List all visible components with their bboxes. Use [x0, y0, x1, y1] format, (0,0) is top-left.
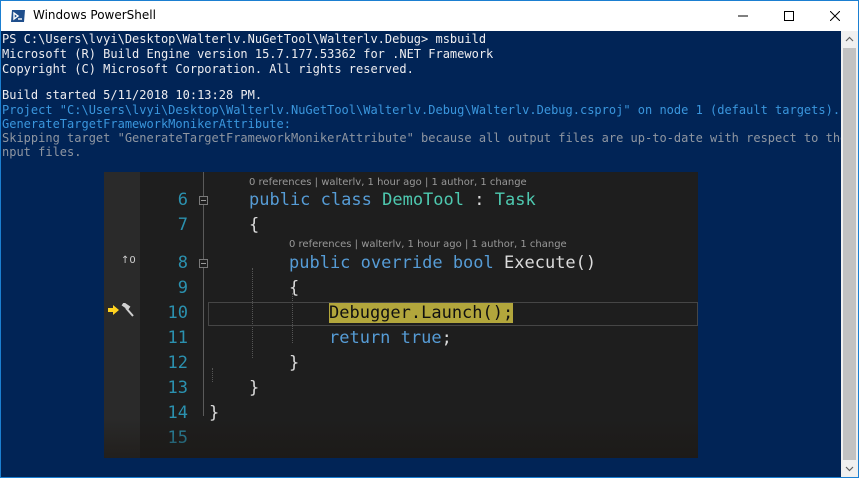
minimize-button[interactable] — [720, 1, 766, 31]
line-number: 9 — [177, 278, 188, 298]
code-lens[interactable]: 0 references | walterlv, 1 hour ago | 1 … — [249, 177, 527, 188]
punctuation: { — [249, 215, 260, 235]
method-name: Execute() — [504, 253, 597, 273]
outline-line — [203, 172, 204, 196]
punctuation: { — [289, 278, 300, 298]
image-shadow — [104, 418, 698, 458]
debugger-launch-call: Debugger.Launch(); — [329, 303, 514, 323]
keyword: override — [360, 253, 443, 273]
chevron-up-icon — [845, 36, 854, 42]
code-line-7: { — [249, 213, 259, 238]
console-line: GenerateTargetFrameworkMonikerAttribute: — [2, 117, 291, 131]
execution-arrow-icon — [108, 305, 119, 315]
type-name: Task — [494, 190, 536, 210]
console-line: Build started 5/11/2018 10:13:28 PM. — [2, 88, 263, 102]
code-line-8: public override bool Execute() — [289, 251, 596, 276]
scroll-up-button[interactable] — [841, 31, 858, 48]
collapse-icon[interactable] — [199, 259, 208, 268]
scroll-down-button[interactable] — [841, 460, 858, 477]
powershell-icon — [10, 8, 26, 24]
console-line: Project "C:\Users\lvyi\Desktop\Walterlv.… — [2, 103, 841, 117]
console-line: nput files. — [2, 145, 82, 159]
close-button[interactable] — [812, 1, 858, 31]
vertical-scrollbar[interactable] — [841, 31, 858, 477]
line-number: 8 — [177, 253, 188, 273]
code-line-13: } — [249, 376, 259, 401]
line-number: 12 — [167, 353, 188, 373]
close-icon — [830, 11, 840, 21]
punctuation: : — [474, 190, 485, 210]
window-title: Windows PowerShell — [33, 8, 156, 22]
chevron-down-icon — [845, 466, 854, 472]
maximize-icon — [784, 11, 794, 21]
line-number: 11 — [167, 328, 188, 348]
code-line-12: } — [289, 351, 299, 376]
powershell-window: Windows PowerShell PS C:\Users\lvyi\Desk… — [0, 0, 859, 478]
code-snapshot-image: 6 7 8 9 10 11 12 13 14 15 ↑0 0 reference… — [104, 172, 698, 458]
outline-line — [203, 378, 204, 416]
maximize-button[interactable] — [766, 1, 812, 31]
line-number: 6 — [177, 190, 188, 210]
implementation-indicator-icon[interactable]: ↑0 — [121, 255, 136, 266]
keyword: bool — [452, 253, 494, 273]
console-line: Microsoft (R) Build Engine version 15.7.… — [2, 47, 494, 61]
code-line-11: return true; — [329, 326, 452, 351]
hammer-icon — [121, 303, 134, 317]
code-line-6: public class DemoTool : Task — [249, 188, 536, 213]
minimize-icon — [738, 15, 748, 17]
outline-line — [203, 205, 204, 259]
type-name: DemoTool — [382, 190, 464, 210]
keyword: public — [289, 253, 351, 273]
outline-line — [203, 268, 204, 378]
code-line-10: Debugger.Launch(); — [329, 301, 514, 326]
indent-guide — [212, 368, 213, 382]
console-line: Copyright (C) Microsoft Corporation. All… — [2, 62, 414, 76]
code-lens[interactable]: 0 references | walterlv, 1 hour ago | 1 … — [289, 239, 567, 250]
scrollbar-thumb[interactable] — [843, 48, 856, 460]
keyword: class — [320, 190, 372, 210]
keyword: return — [329, 328, 391, 348]
console-line: PS C:\Users\lvyi\Desktop\Walterlv.NuGetT… — [2, 32, 487, 46]
code-line-9: { — [289, 276, 299, 301]
console-line: Skipping target "GenerateTargetFramework… — [2, 131, 841, 145]
punctuation: } — [289, 353, 300, 373]
punctuation: } — [249, 378, 260, 398]
keyword: public — [249, 190, 311, 210]
line-number: 7 — [177, 215, 188, 235]
title-bar[interactable]: Windows PowerShell — [1, 1, 858, 31]
collapse-icon[interactable] — [199, 196, 208, 205]
line-number: 13 — [167, 378, 188, 398]
keyword: true — [400, 328, 442, 348]
line-number: 10 — [167, 303, 188, 323]
punctuation: ; — [441, 328, 452, 348]
